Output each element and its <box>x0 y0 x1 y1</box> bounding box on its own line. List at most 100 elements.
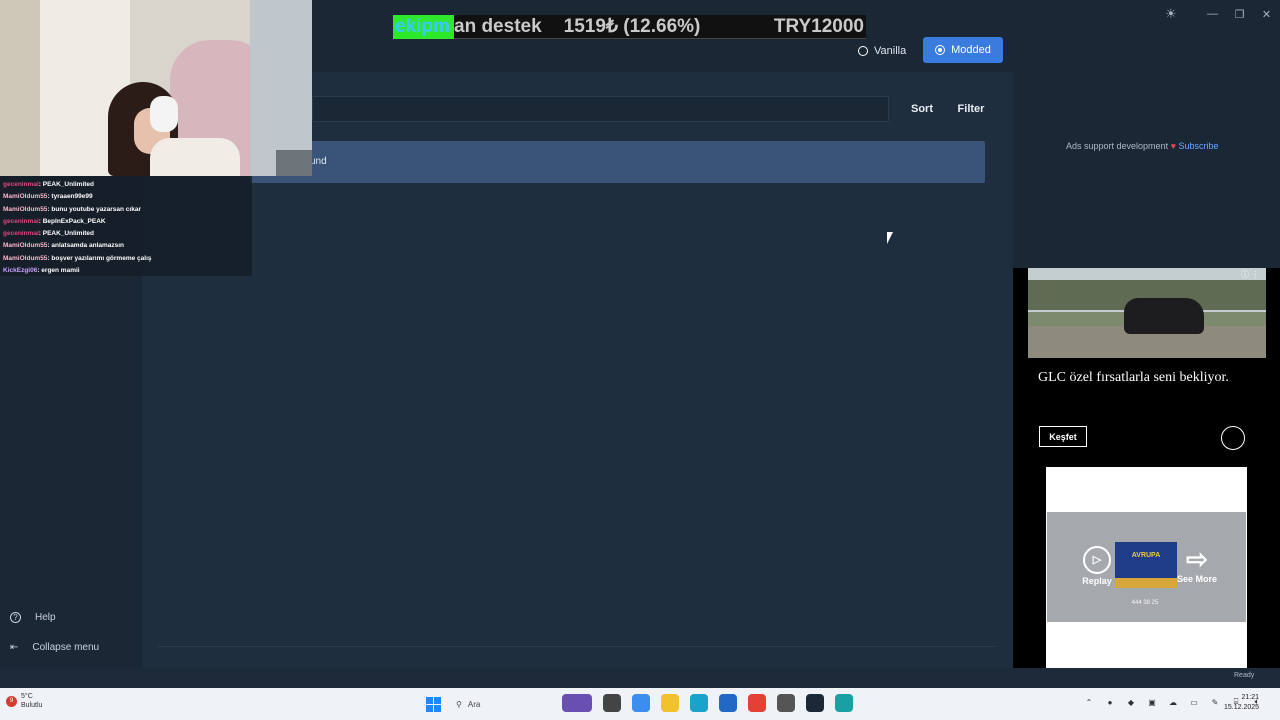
ads-note-text: Ads support development <box>1066 141 1169 151</box>
search-input[interactable] <box>312 96 889 122</box>
mod-manager-icon[interactable] <box>835 694 853 712</box>
subscribe-link[interactable]: Subscribe <box>1178 141 1218 151</box>
see-more-button[interactable]: ⇨ See More <box>1174 544 1220 584</box>
weather-temp: 5°C <box>21 693 33 700</box>
obs-icon[interactable] <box>777 694 795 712</box>
ticker-text: an destek <box>454 15 542 37</box>
stream-chat-overlay: geceninmai: PEAK_Unlimited MamiOldum55: t… <box>0 176 252 276</box>
chat-text: : tyraaen99e99 <box>47 193 93 201</box>
ad-brand-logo <box>1115 542 1177 588</box>
copilot-icon[interactable] <box>632 694 650 712</box>
weather-widget[interactable]: 9 5°C Bulutlu <box>6 692 42 710</box>
clock-date: 15.12.2025 <box>1224 704 1260 711</box>
chat-message: MamiOldum55: anlatsamda anlamazsın <box>3 240 249 252</box>
notice-bar <box>250 141 985 183</box>
ad-logo-text: AVRUPA <box>1131 552 1161 559</box>
tray-app-icon[interactable]: ◆ <box>1125 698 1137 707</box>
chat-text: : ergen mamii <box>37 267 80 275</box>
vanilla-label: Vanilla <box>874 45 907 57</box>
tray-app-icon[interactable]: ▭ <box>1188 698 1200 707</box>
ticker-highlight: ekipm <box>393 14 454 39</box>
chat-text: : PEAK_Unlimited <box>38 181 95 188</box>
taskbar-search[interactable]: ⚲ Ara <box>452 696 550 713</box>
weather-icon: 9 <box>6 695 17 707</box>
tray-app-icon[interactable]: ☁ <box>1167 698 1179 707</box>
ad-cta-button[interactable]: Keşfet <box>1039 426 1087 447</box>
tray-app-icon[interactable]: ✎ <box>1209 698 1221 707</box>
chrome-icon[interactable] <box>748 694 766 712</box>
modded-button[interactable]: Modded <box>923 37 1003 63</box>
close-icon[interactable]: ✕ <box>1253 8 1280 21</box>
collapse-label: Collapse menu <box>32 642 100 653</box>
maximize-icon[interactable]: ❐ <box>1226 8 1253 21</box>
steam-icon[interactable] <box>806 694 824 712</box>
collapse-menu-button[interactable]: ⇤ Collapse menu <box>10 642 99 653</box>
chat-message: MamiOldum55: tyraaen99e99 <box>3 191 249 203</box>
search-icon: ⚲ <box>456 700 462 709</box>
ticker-change: 1519₺ (12.66%) <box>563 16 701 37</box>
chat-username: MamiOldum55 <box>3 242 48 250</box>
chat-username: MamiOldum55 <box>3 193 48 201</box>
mercedes-logo-icon <box>1221 426 1245 450</box>
weather-desc: Bulutlu <box>21 702 43 709</box>
price-ticker: ekipm an destek 1519₺ (12.66%) TRY12000 <box>393 14 866 39</box>
see-more-label: See More <box>1176 574 1218 584</box>
chat-message: geceninmai: PEAK_Unlimited <box>3 179 249 191</box>
help-icon: ? <box>10 612 21 623</box>
chat-text: : bunu youtube yazarsan cıkar <box>47 205 141 213</box>
window-controls: — ❐ ✕ <box>1199 0 1280 28</box>
clock-time: 21:21 <box>1241 694 1260 701</box>
game-app-icon[interactable] <box>562 694 592 712</box>
chat-message: MamiOldum55: boşver yazılarımı görmeme ç… <box>3 253 249 265</box>
chat-text: : PEAK_Unlimited <box>38 230 95 238</box>
taskbar-apps <box>562 694 853 712</box>
chat-username: geceninmai <box>3 181 39 188</box>
play-circle-icon <box>858 46 868 56</box>
status-text: Ready <box>1234 672 1255 679</box>
replay-button[interactable]: ▷ Replay <box>1078 544 1116 586</box>
collapse-icon: ⇤ <box>10 642 19 653</box>
chat-username: geceninmai <box>3 217 39 225</box>
ad-phone: 444 38 25 <box>1131 600 1159 606</box>
ads-note: Ads support development ♥ Subscribe <box>1066 141 1218 151</box>
search-placeholder: Ara <box>467 700 481 709</box>
ticker-price: TRY12000 <box>773 15 864 37</box>
chat-text: : boşver yazılarımı görmeme çalış <box>47 254 152 262</box>
replay-label: Replay <box>1082 576 1112 586</box>
webcam-overlay <box>0 0 312 176</box>
help-link[interactable]: ? Help <box>10 612 56 623</box>
chat-message: geceninmai: PEAK_Unlimited <box>3 228 249 240</box>
heart-icon: ♥ <box>1170 141 1176 151</box>
chat-username: MamiOldum55 <box>3 205 48 213</box>
task-view-icon[interactable] <box>603 694 621 712</box>
sun-icon[interactable]: ☀ <box>1165 6 1177 22</box>
tray-app-icon[interactable]: ▣ <box>1146 698 1158 707</box>
help-label: Help <box>35 612 56 623</box>
sort-button[interactable]: Sort <box>903 96 941 122</box>
arrow-right-icon: ⇨ <box>1186 544 1208 574</box>
windows-start-icon[interactable] <box>426 697 441 712</box>
chat-username: KickEzgi06 <box>3 267 38 275</box>
chat-message: geceninmai: BepInExPack_PEAK <box>3 216 249 228</box>
filter-button[interactable]: Filter <box>951 96 991 122</box>
chat-message: MamiOldum55: bunu youtube yazarsan cıkar <box>3 204 249 216</box>
chat-username: MamiOldum55 <box>3 254 48 262</box>
taskbar-clock[interactable]: 21:21 15.12.2025 <box>1224 693 1259 713</box>
ad-car-image[interactable] <box>1028 268 1266 358</box>
minimize-icon[interactable]: — <box>1199 8 1226 20</box>
modded-label: Modded <box>951 44 991 56</box>
replay-icon: ▷ <box>1083 546 1111 574</box>
chat-text: : BepInExPack_PEAK <box>38 217 106 225</box>
notice-text: und <box>310 156 327 167</box>
edge-icon[interactable] <box>690 694 708 712</box>
chat-message: KickEzgi06: ergen mamii <box>3 265 249 277</box>
ad-info-icon[interactable]: ⓘ ⋮ <box>1241 269 1265 281</box>
divider <box>158 646 995 647</box>
chat-text: : anlatsamda anlamazsın <box>47 242 125 250</box>
store-icon[interactable] <box>719 694 737 712</box>
mouse-cursor <box>886 231 893 245</box>
vanilla-button[interactable]: Vanilla <box>850 38 914 64</box>
folder-icon[interactable] <box>661 694 679 712</box>
tray-app-icon[interactable]: ● <box>1104 698 1116 707</box>
chevron-up-icon[interactable]: ⌃ <box>1083 698 1095 707</box>
